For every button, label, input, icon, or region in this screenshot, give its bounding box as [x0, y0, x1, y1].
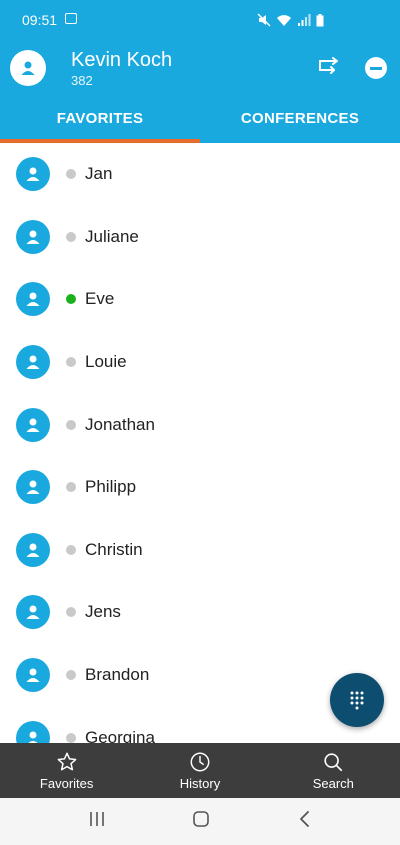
home-icon [193, 811, 209, 827]
list-item[interactable]: Eve [0, 268, 400, 331]
wifi-icon [277, 14, 291, 26]
favorites-list[interactable]: Jan Juliane Eve Louie Jonathan Philipp C… [0, 143, 400, 743]
presence-dot [66, 169, 76, 180]
bottom-navigation: Favorites History Search [0, 743, 400, 798]
avatar [16, 157, 50, 192]
person-icon [26, 543, 40, 557]
system-navigation-bar [0, 798, 400, 845]
person-icon [26, 605, 40, 620]
person-icon [21, 61, 35, 75]
star-icon [57, 752, 77, 771]
signal-icon [298, 13, 311, 26]
contact-name: Philipp [85, 477, 137, 497]
avatar [16, 345, 50, 380]
tab-favorites[interactable]: FAVORITES [0, 100, 200, 143]
person-icon [26, 292, 40, 307]
avatar [16, 470, 50, 505]
presence-dot [66, 732, 76, 743]
person-icon [26, 668, 40, 683]
list-item[interactable]: Philipp [0, 456, 400, 519]
status-time: 09:51 [22, 12, 58, 28]
list-item[interactable]: Juliane [0, 206, 400, 269]
do-not-disturb-button[interactable] [365, 57, 387, 79]
tab-bar: FAVORITES CONFERENCES [0, 100, 400, 143]
call-forward-button[interactable] [316, 57, 342, 79]
avatar [16, 532, 50, 567]
call-forward-icon [319, 57, 338, 74]
status-icons [257, 12, 324, 28]
list-item[interactable]: Jan [0, 143, 400, 206]
avatar [16, 282, 50, 317]
avatar [16, 407, 50, 442]
recent-apps-button[interactable] [88, 810, 106, 833]
presence-dot [66, 419, 76, 430]
dialpad-icon [350, 691, 364, 710]
person-icon [26, 418, 40, 432]
avatar [16, 219, 50, 254]
contact-name: Brandon [85, 665, 150, 685]
back-icon [300, 811, 309, 827]
nav-history[interactable]: History [133, 743, 266, 798]
presence-dot [66, 482, 76, 493]
contact-name: Eve [85, 289, 115, 309]
list-item[interactable]: Jonathan [0, 393, 400, 456]
contact-name: Jens [85, 602, 121, 622]
presence-dot [66, 294, 76, 305]
presence-dot [66, 357, 76, 368]
contact-name: Jan [85, 164, 113, 184]
contact-name: Louie [85, 352, 127, 372]
nav-search[interactable]: Search [267, 743, 400, 798]
presence-dot [66, 544, 76, 555]
minus-icon [370, 66, 382, 70]
user-name: Kevin Koch [71, 49, 173, 71]
person-icon [28, 731, 38, 743]
contact-name: Christin [85, 539, 143, 559]
nav-history-label: History [179, 776, 221, 791]
clock-icon [190, 752, 210, 772]
nav-favorites-label: Favorites [39, 776, 94, 791]
nav-search-label: Search [312, 776, 354, 791]
list-item[interactable]: Jens [0, 581, 400, 644]
recent-apps-icon [90, 812, 104, 826]
contact-name: Georgina [85, 727, 155, 743]
contact-name: Jonathan [85, 414, 155, 434]
nav-favorites[interactable]: Favorites [0, 743, 133, 798]
my-avatar[interactable] [10, 50, 46, 86]
app-header: Kevin Koch 382 [0, 40, 400, 100]
back-button[interactable] [298, 810, 312, 833]
list-item[interactable]: Louie [0, 331, 400, 394]
avatar [16, 720, 50, 743]
mute-icon [257, 13, 271, 27]
contact-name: Juliane [85, 226, 139, 246]
presence-dot [66, 231, 76, 242]
home-button[interactable] [192, 810, 210, 833]
user-extension: 382 [71, 73, 93, 88]
presence-dot [66, 670, 76, 681]
status-bar: 09:51 [0, 0, 400, 40]
battery-icon [316, 13, 324, 26]
person-icon [26, 230, 40, 244]
search-icon [324, 753, 343, 772]
avatar [16, 595, 50, 630]
tab-conferences[interactable]: CONFERENCES [200, 100, 400, 143]
person-icon [26, 167, 40, 182]
list-item[interactable]: Christin [0, 519, 400, 582]
dialpad-button[interactable] [330, 673, 384, 727]
person-icon [26, 480, 40, 495]
person-icon [26, 355, 40, 370]
presence-dot [66, 607, 76, 618]
avatar [16, 658, 50, 693]
gallery-notification-icon [65, 13, 77, 24]
